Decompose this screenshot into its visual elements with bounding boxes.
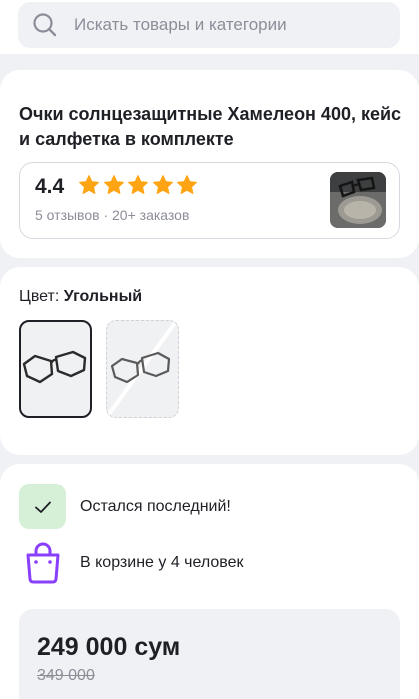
- color-label: Цвет: Угольный: [19, 288, 142, 306]
- star-icon: [128, 175, 148, 194]
- header: [0, 0, 419, 54]
- color-card: Цвет: Угольный: [0, 267, 419, 455]
- stock-status-row: Остался последний!: [19, 484, 231, 529]
- star-icon: [152, 175, 173, 194]
- rating-stars: [78, 174, 201, 196]
- color-option-unavailable[interactable]: [106, 320, 179, 418]
- rating-meta: 5 отзывов · 20+ заказов: [35, 207, 189, 223]
- color-label-prefix: Цвет:: [19, 288, 60, 305]
- search-icon: [33, 13, 57, 37]
- stock-status-text: Остался последний!: [80, 497, 231, 515]
- shopping-bag-icon: [19, 540, 66, 586]
- check-icon: [19, 484, 66, 529]
- meta-separator: ·: [103, 207, 109, 223]
- orders-count: 20+ заказов: [112, 207, 190, 223]
- price-box: 249 000 сум 349 000: [19, 609, 400, 699]
- current-price: 249 000 сум: [37, 633, 181, 661]
- product-title: Очки солнцезащитные Хамелеон 400, кейс и…: [19, 104, 402, 149]
- search-box[interactable]: [18, 2, 400, 48]
- old-price: 349 000: [37, 667, 95, 684]
- rating-summary[interactable]: 4.4 5 отзывов · 20+ заказов: [19, 162, 400, 239]
- stock-price-card: Остался последний! В корзине у 4 человек…: [0, 464, 419, 699]
- star-icon: [103, 175, 124, 194]
- selected-color-name: Угольный: [63, 288, 143, 305]
- color-option-selected[interactable]: [19, 320, 92, 418]
- product-card: Очки солнцезащитные Хамелеон 400, кейс и…: [0, 70, 419, 258]
- cart-count-row: В корзине у 4 человек: [19, 540, 244, 586]
- star-icon: [79, 175, 99, 194]
- cart-count-text: В корзине у 4 человек: [80, 554, 244, 571]
- reviews-count: 5 отзывов: [35, 207, 100, 223]
- review-photo-thumbnail[interactable]: [330, 172, 386, 228]
- rating-value: 4.4: [35, 175, 65, 198]
- search-input[interactable]: [74, 15, 374, 35]
- star-icon: [177, 175, 197, 194]
